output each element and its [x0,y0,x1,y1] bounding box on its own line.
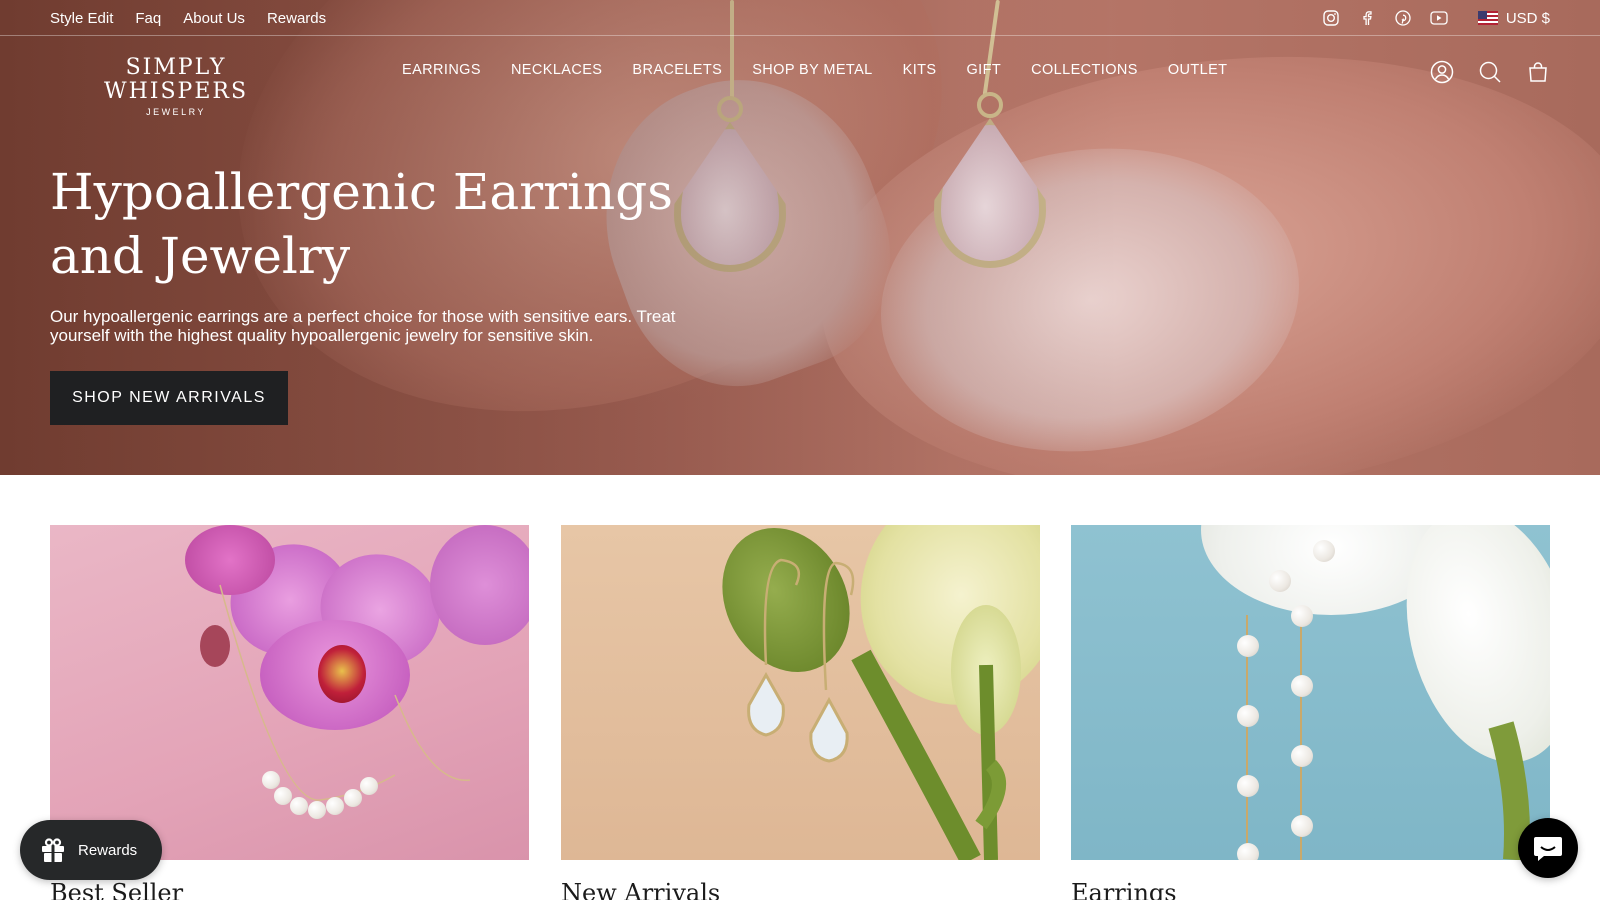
youtube-icon[interactable] [1430,9,1448,27]
search-icon[interactable] [1478,60,1502,84]
utility-links: Style Edit Faq About Us Rewards [50,0,326,36]
main-navigation: EARRINGS NECKLACES BRACELETS SHOP BY MET… [402,62,1227,78]
currency-label: USD $ [1505,9,1550,27]
utility-link-faq[interactable]: Faq [135,10,161,27]
gift-icon [40,837,66,863]
rewards-label: Rewards [78,841,138,859]
us-flag-icon [1477,11,1498,25]
nav-item-gift[interactable]: GIFT [966,62,1001,78]
hero-description: Our hypoallergenic earrings are a perfec… [50,307,676,345]
rewards-launcher-button[interactable]: Rewards [20,820,162,880]
brand-name: SIMPLY WHISPERS [103,55,249,104]
collection-card-earrings[interactable] [1071,525,1550,860]
instagram-icon[interactable] [1322,9,1340,27]
necklace-chain [219,584,471,801]
chat-icon [1532,834,1564,862]
utility-bar: Style Edit Faq About Us Rewards USD $ [0,0,1600,36]
pinterest-icon[interactable] [1394,9,1412,27]
shop-new-arrivals-button[interactable]: SHOP NEW ARRIVALS [50,371,288,425]
nav-item-necklaces[interactable]: NECKLACES [511,62,602,78]
utility-link-style-edit[interactable]: Style Edit [50,10,113,27]
nav-item-shop-by-metal[interactable]: SHOP BY METAL [752,62,872,78]
collection-title-best-seller[interactable]: Best Seller [50,878,183,900]
header-icons [1430,60,1550,84]
nav-item-collections[interactable]: COLLECTIONS [1031,62,1138,78]
collection-title-earrings[interactable]: Earrings [1071,878,1177,900]
facebook-icon[interactable] [1358,9,1376,27]
chat-launcher-button[interactable] [1518,818,1578,878]
cart-icon[interactable] [1526,60,1550,84]
collection-card-best-seller[interactable] [50,525,529,860]
nav-item-outlet[interactable]: OUTLET [1168,62,1228,78]
collection-title-new-arrivals[interactable]: New Arrivals [561,878,720,900]
nav-item-kits[interactable]: KITS [903,62,937,78]
collection-card-new-arrivals[interactable] [561,525,1040,860]
brand-logo[interactable]: SIMPLY WHISPERS JEWELRY [50,56,302,118]
currency-selector[interactable]: USD $ [1477,9,1550,27]
hero-title: Hypoallergenic Earrings and Jewelry [50,163,673,285]
utility-link-about-us[interactable]: About Us [183,10,245,27]
nav-item-bracelets[interactable]: BRACELETS [632,62,722,78]
brand-subname: JEWELRY [146,107,206,117]
nav-item-earrings[interactable]: EARRINGS [402,62,481,78]
account-icon[interactable] [1430,60,1454,84]
stem-and-earrings [747,558,1006,860]
utility-link-rewards[interactable]: Rewards [267,10,326,27]
